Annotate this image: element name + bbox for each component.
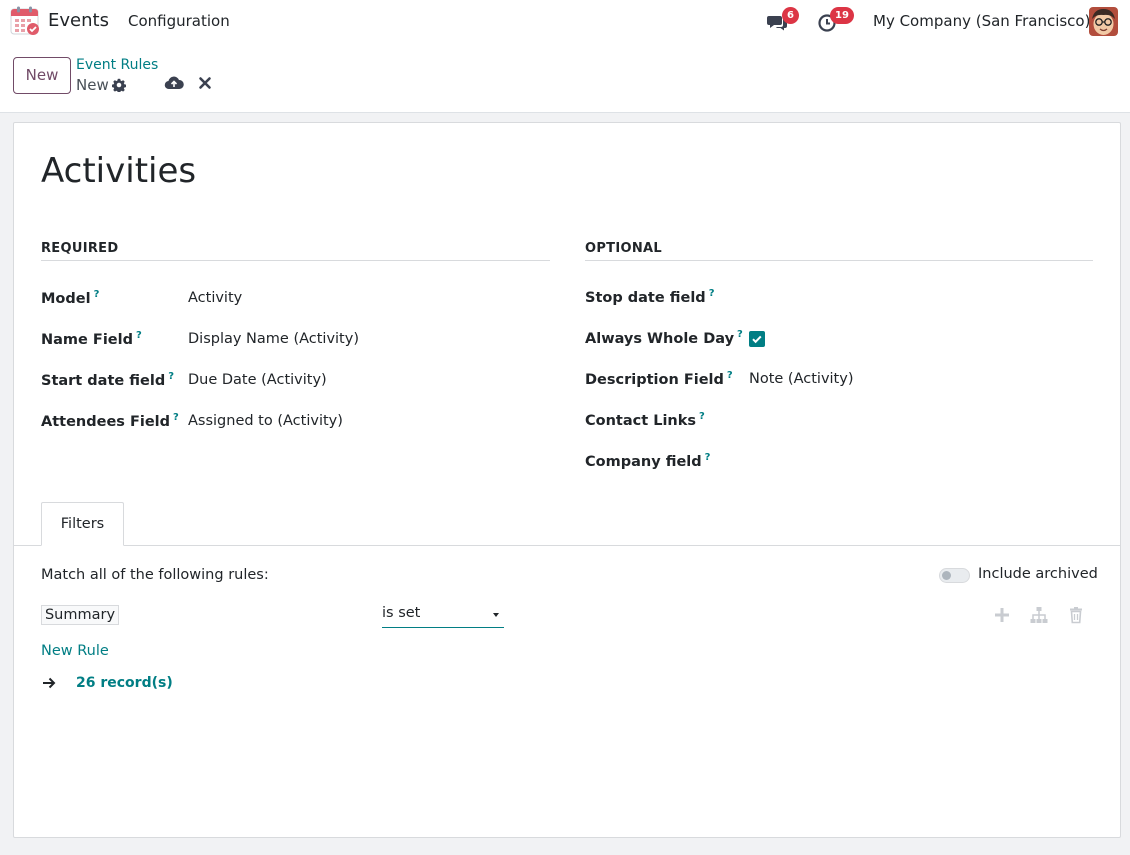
top-navbar: Events Configuration 6 19 My Company (Sa… xyxy=(0,0,1130,43)
include-archived-toggle[interactable] xyxy=(939,568,970,583)
tab-filters[interactable]: Filters xyxy=(41,502,124,546)
discard-icon[interactable] xyxy=(198,76,212,90)
breadcrumb-event-rules[interactable]: Event Rules xyxy=(76,57,158,73)
attendees-label: Attendees Field? xyxy=(41,412,179,430)
control-panel: New Event Rules New xyxy=(0,43,1130,113)
description-field-label: Description Field? xyxy=(585,370,733,388)
help-icon[interactable]: ? xyxy=(136,330,142,341)
start-date-value[interactable]: Due Date (Activity) xyxy=(188,372,327,388)
arrow-right-icon xyxy=(43,677,56,689)
form-sheet: Activities REQUIRED OPTIONAL Model? Acti… xyxy=(13,122,1121,838)
tab-divider xyxy=(14,545,1120,546)
rule-operator-value: is set xyxy=(382,605,421,621)
always-whole-day-checkbox[interactable] xyxy=(749,331,765,347)
attendees-value[interactable]: Assigned to (Activity) xyxy=(188,413,343,429)
company-field-label: Company field? xyxy=(585,452,711,470)
add-branch-icon[interactable] xyxy=(1030,606,1048,624)
gear-icon[interactable] xyxy=(112,78,126,92)
contact-links-label: Contact Links? xyxy=(585,411,705,429)
user-avatar[interactable] xyxy=(1089,7,1118,36)
help-icon[interactable]: ? xyxy=(94,289,100,300)
company-switcher[interactable]: My Company (San Francisco) xyxy=(873,12,1090,30)
help-icon[interactable]: ? xyxy=(699,411,705,422)
records-count-link[interactable]: 26 record(s) xyxy=(76,675,173,691)
rule-operator-select[interactable]: is set xyxy=(382,605,504,628)
help-icon[interactable]: ? xyxy=(709,288,715,299)
help-icon[interactable]: ? xyxy=(705,452,711,463)
stop-date-label: Stop date field? xyxy=(585,288,715,306)
start-date-label: Start date field? xyxy=(41,371,175,389)
required-group-title: REQUIRED xyxy=(41,241,550,261)
breadcrumb-current: New xyxy=(76,76,109,94)
model-label: Model? xyxy=(41,289,100,307)
activities-badge: 19 xyxy=(830,7,854,24)
description-field-value[interactable]: Note (Activity) xyxy=(749,371,853,387)
check-icon xyxy=(752,335,762,344)
add-rule-icon[interactable] xyxy=(993,606,1011,624)
record-title[interactable]: Activities xyxy=(41,151,196,191)
caret-down-icon xyxy=(493,613,499,617)
always-whole-day-label: Always Whole Day? xyxy=(585,329,743,347)
rule-field-selector[interactable]: Summary xyxy=(41,605,119,625)
help-icon[interactable]: ? xyxy=(168,371,174,382)
menu-configuration[interactable]: Configuration xyxy=(128,12,230,30)
toggle-knob xyxy=(942,571,951,580)
include-archived-label[interactable]: Include archived xyxy=(978,566,1098,582)
optional-group-title: OPTIONAL xyxy=(585,241,1093,261)
messages-badge: 6 xyxy=(782,7,799,24)
name-field-label: Name Field? xyxy=(41,330,142,348)
name-field-value[interactable]: Display Name (Activity) xyxy=(188,331,359,347)
help-icon[interactable]: ? xyxy=(173,412,179,423)
help-icon[interactable]: ? xyxy=(727,370,733,381)
help-icon[interactable]: ? xyxy=(737,329,743,340)
app-name[interactable]: Events xyxy=(48,10,109,31)
match-rules-text: Match all of the following rules: xyxy=(41,567,269,583)
trash-icon[interactable] xyxy=(1067,606,1085,624)
model-value[interactable]: Activity xyxy=(188,290,242,306)
new-rule-link[interactable]: New Rule xyxy=(41,643,109,659)
calendar-app-icon[interactable] xyxy=(10,6,40,36)
save-cloud-icon[interactable] xyxy=(164,75,184,91)
new-button[interactable]: New xyxy=(13,57,71,94)
